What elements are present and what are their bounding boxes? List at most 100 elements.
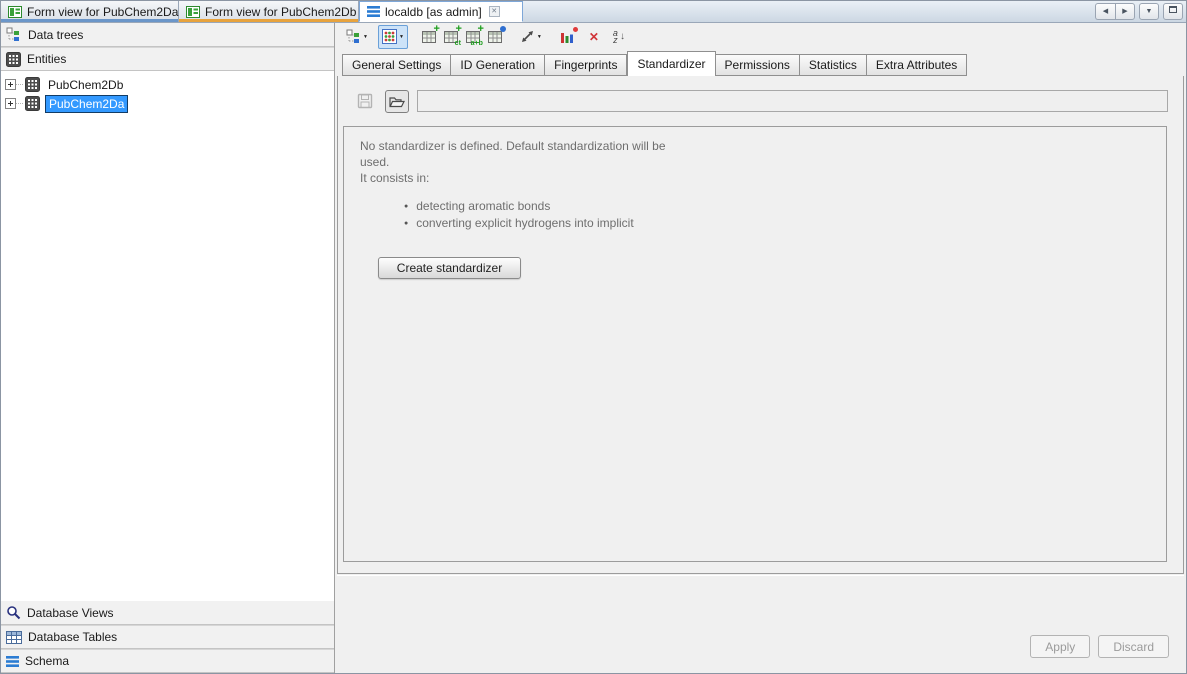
form-icon — [8, 6, 22, 18]
doc-tab-localdb[interactable]: localdb [as admin] ✕ — [359, 1, 523, 22]
tab-statistics[interactable]: Statistics — [800, 54, 867, 76]
tab-permissions[interactable]: Permissions — [716, 54, 800, 76]
sidebar-bottom-sections: Database Views Database Tables Schema — [1, 601, 334, 673]
grid-view-button[interactable]: ▼ — [378, 25, 408, 49]
new-query-entity-button[interactable]: + a+b — [462, 25, 484, 49]
discard-button[interactable]: Discard — [1098, 635, 1169, 658]
sidebar-section-label: Schema — [25, 654, 69, 668]
tab-id-generation[interactable]: ID Generation — [451, 54, 545, 76]
save-button[interactable] — [353, 90, 377, 113]
sidebar-section-label: Entities — [27, 52, 66, 66]
close-icon[interactable]: ✕ — [489, 6, 500, 17]
standardizer-panel: No standardizer is defined. Default stan… — [343, 126, 1167, 562]
tree-connector — [16, 84, 23, 85]
application-window: Form view for PubChem2Da ✕ Form view for… — [0, 0, 1187, 674]
document-tab-bar: Form view for PubChem2Da ✕ Form view for… — [1, 1, 1186, 23]
apply-button[interactable]: Apply — [1030, 635, 1090, 658]
data-tree-icon — [6, 27, 22, 43]
red-dot-icon — [573, 27, 578, 32]
tab-accent-stripe — [179, 19, 358, 22]
sidebar: Data trees Entities PubChem2Db — [1, 23, 335, 673]
scroll-tabs-right-button[interactable]: ▶ — [1115, 3, 1135, 20]
sidebar-section-label: Database Tables — [28, 630, 117, 644]
magnifier-icon — [6, 605, 21, 620]
tab-nav-controls: ◀ ▶ ▼ — [1095, 1, 1186, 22]
doc-tab-form-pubchem2da[interactable]: Form view for PubChem2Da ✕ — [1, 1, 179, 22]
entity-grid-icon — [25, 77, 40, 92]
bullet-icon: ● — [404, 215, 408, 232]
tab-standardizer[interactable]: Standardizer — [627, 51, 715, 76]
sidebar-section-database-tables[interactable]: Database Tables — [1, 625, 334, 649]
tab-fingerprints[interactable]: Fingerprints — [545, 54, 627, 76]
tree-item-label[interactable]: PubChem2Db — [45, 77, 126, 93]
maximize-window-button[interactable] — [1163, 3, 1183, 20]
list-item: ● converting explicit hydrogens into imp… — [404, 215, 1166, 232]
blue-dot-icon — [500, 26, 506, 32]
bullet-icon: ● — [404, 198, 408, 215]
entity-grid-icon — [25, 96, 40, 111]
sort-button[interactable]: az ↓ — [609, 25, 629, 49]
schema-icon — [367, 6, 380, 17]
standardizer-message-line: used. — [360, 154, 1166, 170]
tab-list-dropdown-button[interactable]: ▼ — [1139, 3, 1159, 20]
delete-button[interactable]: ✕ — [585, 25, 603, 49]
doc-tab-label: localdb [as admin] — [385, 5, 482, 19]
ct-badge: ct — [455, 40, 461, 47]
new-structure-entity-button[interactable]: + ct — [440, 25, 462, 49]
delete-icon: ✕ — [589, 30, 599, 44]
new-entity-button[interactable]: + — [418, 25, 440, 49]
doc-tab-label: Form view for PubChem2Da — [27, 5, 178, 19]
schema-bars-icon — [6, 656, 19, 667]
editor-tab-bar: General Settings ID Generation Fingerpri… — [336, 51, 1186, 76]
promote-entity-button[interactable] — [484, 25, 506, 49]
bullet-text: converting explicit hydrogens into impli… — [416, 215, 633, 232]
open-folder-button[interactable] — [385, 90, 409, 113]
doc-tab-label: Form view for PubChem2Db — [205, 5, 356, 19]
relationship-arrow-icon — [520, 30, 535, 44]
chevron-down-icon: ▼ — [399, 34, 404, 40]
tab-extra-attributes[interactable]: Extra Attributes — [867, 54, 967, 76]
new-data-tree-button[interactable]: ▼ — [342, 25, 372, 49]
main-area: ▼ ▼ + + ct + a+b — [336, 23, 1186, 673]
tree-row-pubchem2db[interactable]: PubChem2Db — [5, 75, 334, 94]
main-toolbar: ▼ ▼ + + ct + a+b — [336, 23, 1186, 50]
standardizer-config-row — [353, 89, 1168, 113]
form-icon — [186, 6, 200, 18]
sidebar-section-data-trees[interactable]: Data trees — [1, 23, 334, 47]
expand-icon[interactable] — [5, 79, 16, 90]
sidebar-section-schema[interactable]: Schema — [1, 649, 334, 673]
bullet-text: detecting aromatic bonds — [416, 198, 550, 215]
tab-general-settings[interactable]: General Settings — [342, 54, 451, 76]
standardizer-bullet-list: ● detecting aromatic bonds ● converting … — [404, 198, 1166, 232]
entities-tree: PubChem2Db PubChem2Da — [1, 71, 334, 113]
new-relationship-button[interactable]: ▼ — [516, 25, 546, 49]
save-icon — [357, 93, 373, 109]
sidebar-section-database-views[interactable]: Database Views — [1, 601, 334, 625]
bar-chart-icon — [560, 30, 575, 44]
tree-item-label-selected[interactable]: PubChem2Da — [45, 95, 128, 113]
tab-accent-stripe — [1, 19, 178, 22]
sort-az-icon: az — [613, 30, 618, 44]
sidebar-section-label: Data trees — [28, 28, 83, 42]
sidebar-section-entities[interactable]: Entities — [1, 47, 334, 71]
list-item: ● detecting aromatic bonds — [404, 198, 1166, 215]
expand-icon[interactable] — [5, 98, 16, 109]
chevron-down-icon: ▼ — [537, 34, 542, 40]
sidebar-section-label: Database Views — [27, 606, 114, 620]
open-folder-icon — [389, 95, 405, 108]
scroll-tabs-left-button[interactable]: ◀ — [1095, 3, 1115, 20]
doc-tab-form-pubchem2db[interactable]: Form view for PubChem2Db ✕ — [179, 1, 359, 22]
table-icon — [488, 30, 502, 43]
standardizer-message-line: It consists in: — [360, 170, 1166, 186]
tree-row-pubchem2da[interactable]: PubChem2Da — [5, 94, 334, 113]
create-standardizer-button[interactable]: Create standardizer — [378, 257, 521, 279]
maximize-icon — [1169, 6, 1177, 13]
ab-badge: a+b — [471, 40, 483, 47]
standardizer-tab-content: No standardizer is defined. Default stan… — [337, 76, 1184, 574]
entity-grid-icon — [6, 52, 21, 67]
standardizer-config-input[interactable] — [417, 90, 1168, 112]
data-tree-icon — [346, 29, 361, 45]
entity-statistics-button[interactable] — [556, 25, 579, 49]
chevron-down-icon: ▼ — [363, 34, 368, 40]
editor-footer: Apply Discard — [337, 575, 1184, 673]
